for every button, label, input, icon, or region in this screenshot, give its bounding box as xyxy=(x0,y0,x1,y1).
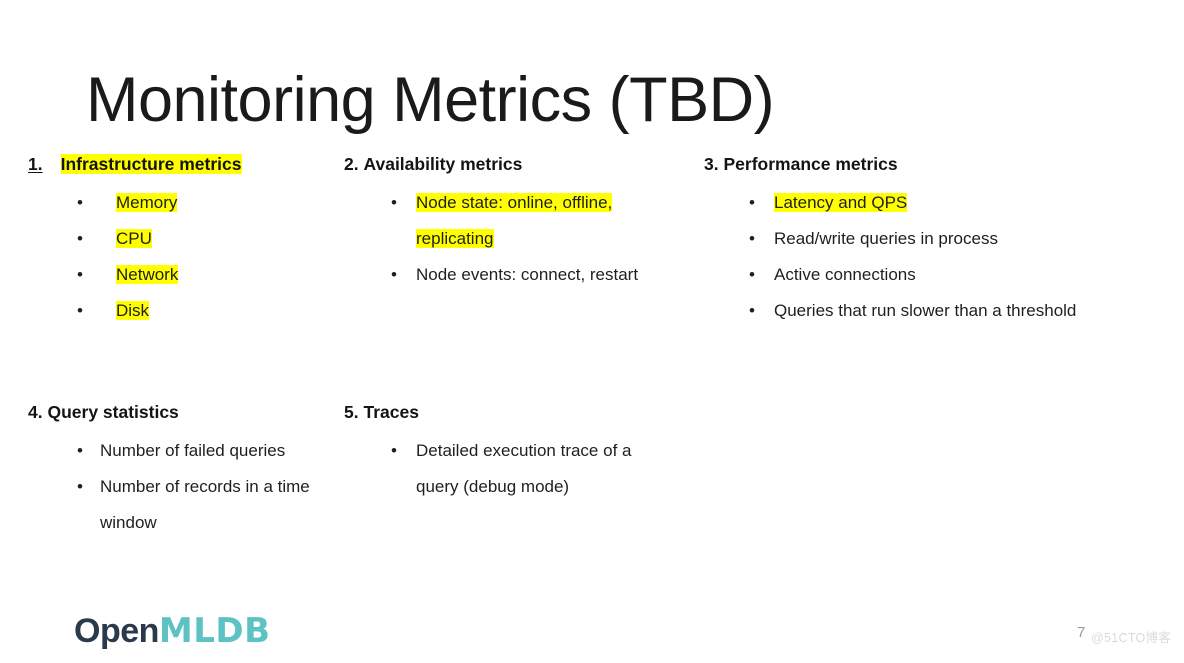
bullet-icon: • xyxy=(391,265,397,284)
bullet-list: • Memory • CPU • Network • Disk xyxy=(28,185,328,329)
section-query-statistics: 4. Query statistics • Number of failed q… xyxy=(28,402,348,541)
list-item: • CPU xyxy=(28,221,328,257)
list-item-label: Network xyxy=(116,265,179,284)
section-title: Infrastructure metrics xyxy=(60,154,242,174)
section-number: 4. xyxy=(28,402,43,422)
list-item: • Read/write queries in process xyxy=(704,221,1154,257)
list-item: • Node state: online, offline, replicati… xyxy=(344,185,661,257)
logo-text-open: Open xyxy=(74,612,159,650)
slide-canvas: Monitoring Metrics (TBD) 1. Infrastructur… xyxy=(0,0,1184,663)
section-heading: 5. Traces xyxy=(344,402,674,423)
bullet-icon: • xyxy=(77,301,83,320)
bullet-icon: • xyxy=(749,265,755,284)
section-heading: 2. Availability metrics xyxy=(344,154,674,175)
logo-text-mldb: MLDB xyxy=(158,611,271,651)
list-item: • Disk xyxy=(28,293,328,329)
page-title: Monitoring Metrics (TBD) xyxy=(86,65,775,136)
section-availability-metrics: 2. Availability metrics • Node state: on… xyxy=(344,154,674,293)
section-infrastructure-metrics: 1. Infrastructure metrics • Memory • CPU … xyxy=(28,154,328,329)
bullet-list: • Detailed execution trace of a query (d… xyxy=(344,433,674,505)
list-item: • Number of records in a time window xyxy=(28,469,362,541)
list-item: • Network xyxy=(28,257,328,293)
bullet-icon: • xyxy=(391,193,397,212)
list-item: • Queries that run slower than a thresho… xyxy=(704,293,1154,329)
bullet-list: • Number of failed queries • Number of r… xyxy=(28,433,348,541)
list-item: • Active connections xyxy=(704,257,1154,293)
list-item-label: Active connections xyxy=(774,265,916,284)
list-item: • Number of failed queries xyxy=(28,433,348,469)
list-item-label: Latency and QPS xyxy=(774,193,908,212)
section-heading: 4. Query statistics xyxy=(28,402,348,423)
section-title: Traces xyxy=(363,402,419,422)
list-item: • Memory xyxy=(28,185,328,221)
section-title: Query statistics xyxy=(47,402,179,422)
list-item-label: Detailed execution trace of a query (deb… xyxy=(416,441,632,496)
list-item: • Latency and QPS xyxy=(704,185,1154,221)
list-item-label: Read/write queries in process xyxy=(774,229,998,248)
section-performance-metrics: 3. Performance metrics • Latency and QPS… xyxy=(704,154,1154,329)
list-item: • Detailed execution trace of a query (d… xyxy=(344,433,678,505)
list-item-label: Queries that run slower than a threshold xyxy=(774,301,1077,320)
bullet-icon: • xyxy=(749,229,755,248)
section-number: 2. xyxy=(344,154,359,174)
list-item-label: Number of failed queries xyxy=(100,441,286,460)
bullet-icon: • xyxy=(77,265,83,284)
list-item-label: Disk xyxy=(116,301,150,320)
section-title: Performance metrics xyxy=(723,154,898,174)
list-item: • Node events: connect, restart xyxy=(344,257,661,293)
bullet-icon: • xyxy=(77,193,83,212)
list-item-label: Memory xyxy=(116,193,178,212)
list-item-label: Node state: online, offline, replicating xyxy=(416,193,613,248)
bullet-icon: • xyxy=(749,193,755,212)
section-title: Availability metrics xyxy=(363,154,523,174)
list-item-label: Number of records in a time window xyxy=(100,477,310,532)
section-number: 3. xyxy=(704,154,719,174)
bullet-list: • Node state: online, offline, replicati… xyxy=(344,185,674,293)
section-number: 5. xyxy=(344,402,359,422)
section-number: 1. xyxy=(28,154,43,174)
openmldb-logo: OpenMLDB xyxy=(74,614,271,648)
page-number: 7 xyxy=(1077,624,1086,641)
watermark: @51CTO博客 xyxy=(1091,631,1172,645)
section-heading: 1. Infrastructure metrics xyxy=(28,154,328,175)
bullet-list: • Latency and QPS • Read/write queries i… xyxy=(704,185,1154,329)
bullet-icon: • xyxy=(391,441,397,460)
bullet-icon: • xyxy=(77,477,83,496)
bullet-icon: • xyxy=(749,301,755,320)
section-heading: 3. Performance metrics xyxy=(704,154,1154,175)
list-item-label: CPU xyxy=(116,229,152,248)
section-traces: 5. Traces • Detailed execution trace of … xyxy=(344,402,674,505)
bullet-icon: • xyxy=(77,229,83,248)
bullet-icon: • xyxy=(77,441,83,460)
list-item-label: Node events: connect, restart xyxy=(416,265,639,284)
